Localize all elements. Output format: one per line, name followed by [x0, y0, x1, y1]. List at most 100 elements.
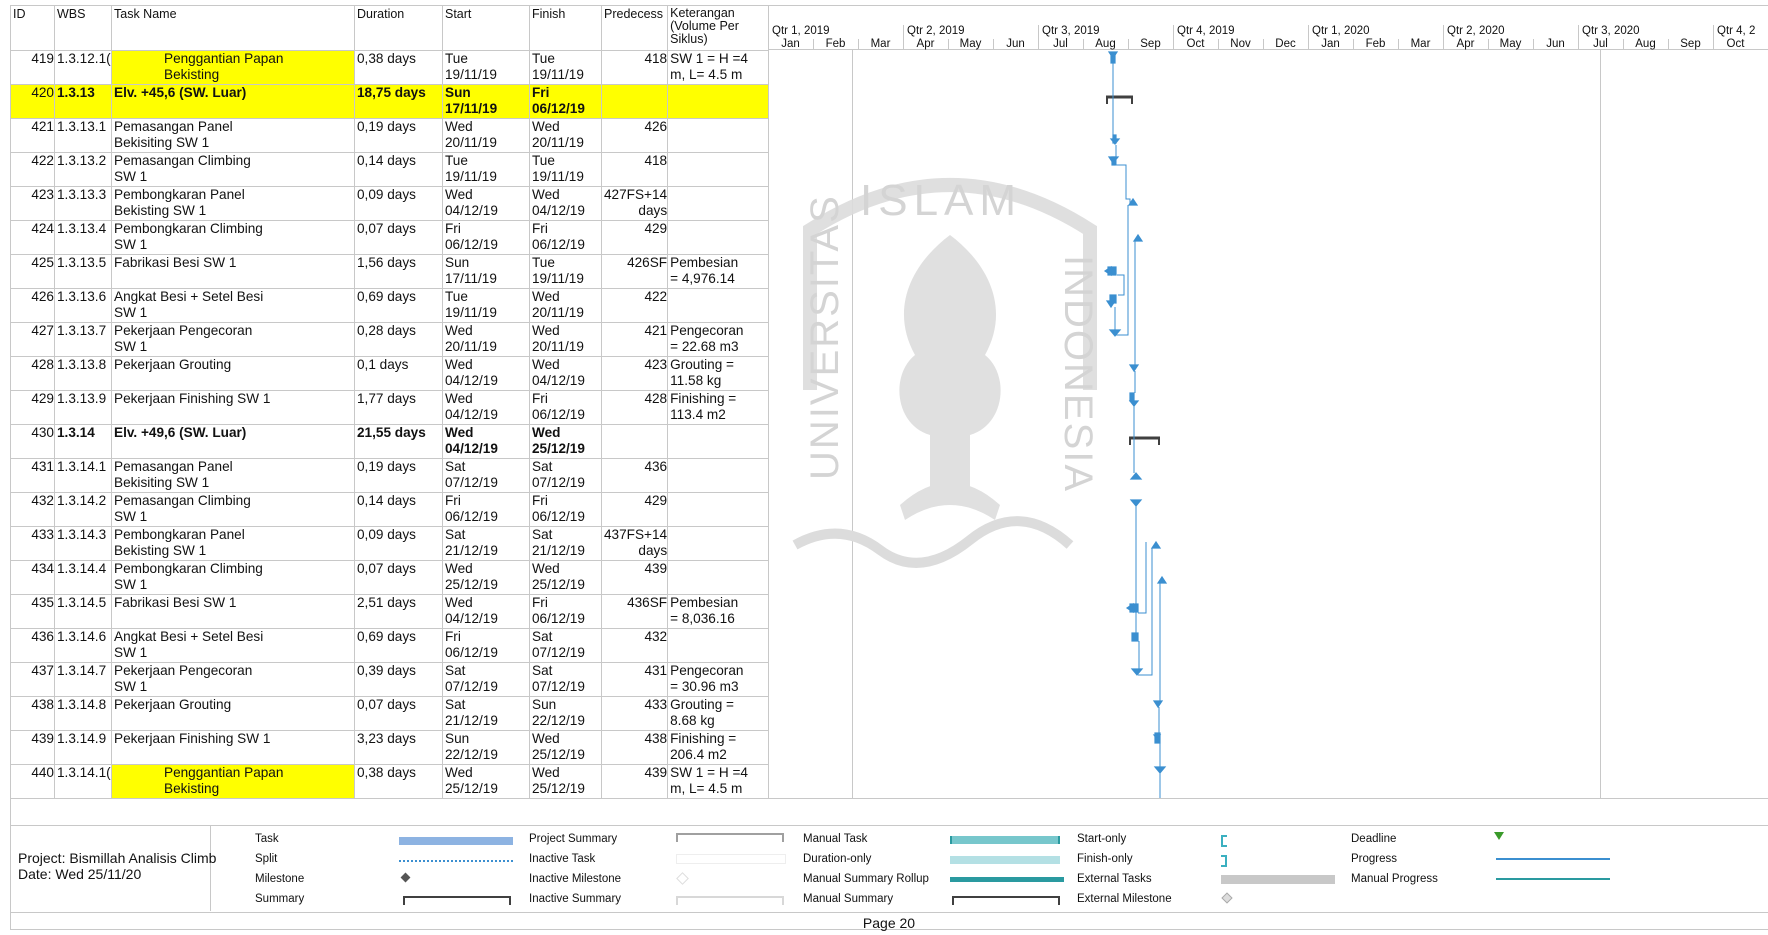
cell-task-name[interactable]: Penggantian Papan Bekisting — [111, 764, 355, 799]
cell-predecessors[interactable] — [600, 424, 669, 459]
cell-start[interactable]: Sun 17/11/19 — [442, 254, 530, 289]
cell-duration[interactable]: 0,19 days — [354, 458, 443, 493]
cell-keterangan[interactable] — [667, 560, 770, 595]
table-row[interactable]: 421 1.3.13.1 Pemasangan Panel Bekisiting SW… — [10, 118, 770, 153]
cell-start[interactable]: Sat 07/12/19 — [442, 458, 530, 493]
cell-start[interactable]: Wed 04/12/19 — [442, 424, 530, 459]
cell-id[interactable]: 430 — [10, 424, 55, 459]
cell-keterangan[interactable] — [667, 628, 770, 663]
cell-finish[interactable]: Tue 19/11/19 — [529, 152, 602, 187]
cell-finish[interactable]: Tue 19/11/19 — [529, 254, 602, 289]
cell-wbs[interactable]: 1.3.14.7 — [54, 662, 112, 697]
cell-keterangan[interactable]: Finishing = 206.4 m2 — [667, 730, 770, 765]
cell-id[interactable]: 437 — [10, 662, 55, 697]
cell-task-name[interactable]: Pembongkaran Climbing SW 1 — [111, 560, 355, 595]
task-bar-426[interactable] — [1105, 294, 1117, 309]
cell-start[interactable]: Sat 21/12/19 — [442, 696, 530, 731]
cell-duration[interactable]: 21,55 days — [354, 424, 443, 459]
cell-finish[interactable]: Sat 07/12/19 — [529, 458, 602, 493]
col-header-finish[interactable]: Finish — [529, 5, 602, 51]
cell-task-name[interactable]: Penggantian Papan Bekisting — [111, 50, 355, 85]
cell-id[interactable]: 421 — [10, 118, 55, 153]
cell-wbs[interactable]: 1.3.14.6 — [54, 628, 112, 663]
col-header-duration[interactable]: Duration — [354, 5, 443, 51]
cell-duration[interactable]: 0,38 days — [354, 764, 443, 799]
task-bar-425[interactable] — [1103, 265, 1117, 277]
task-bar-422[interactable] — [1107, 156, 1120, 166]
table-row[interactable]: 432 1.3.14.2 Pemasangan Climbing SW 1 0,14 d… — [10, 492, 770, 527]
cell-wbs[interactable]: 1.3.12.1( — [54, 50, 112, 85]
table-row[interactable]: 423 1.3.13.3 Pembongkaran Panel Bekisting S… — [10, 186, 770, 221]
cell-keterangan[interactable] — [667, 152, 770, 187]
cell-task-name[interactable]: Fabrikasi Besi SW 1 — [111, 594, 355, 629]
cell-predecessors[interactable]: 436 — [600, 458, 669, 493]
cell-wbs[interactable]: 1.3.13.3 — [54, 186, 112, 221]
col-header-id[interactable]: ID — [10, 5, 55, 51]
cell-duration[interactable]: 0,39 days — [354, 662, 443, 697]
cell-keterangan[interactable] — [667, 84, 770, 119]
cell-predecessors[interactable]: 423 — [600, 356, 669, 391]
cell-duration[interactable]: 0,1 days — [354, 356, 443, 391]
cell-start[interactable]: Fri 06/12/19 — [442, 220, 530, 255]
task-bar-421[interactable] — [1109, 134, 1121, 145]
table-row[interactable]: 440 1.3.14.1(Penggantian Papan Bekisting 0,… — [10, 764, 770, 799]
cell-finish[interactable]: Wed 25/12/19 — [529, 730, 602, 765]
cell-finish[interactable]: Wed 04/12/19 — [529, 186, 602, 221]
cell-predecessors[interactable]: 422 — [600, 288, 669, 323]
cell-start[interactable]: Sun 22/12/19 — [442, 730, 530, 765]
cell-wbs[interactable]: 1.3.14.1( — [54, 764, 112, 799]
cell-id[interactable]: 420 — [10, 84, 55, 119]
cell-task-name[interactable]: Fabrikasi Besi SW 1 — [111, 254, 355, 289]
cell-id[interactable]: 422 — [10, 152, 55, 187]
table-row[interactable]: 433 1.3.14.3 Pembongkaran Panel Bekisting S… — [10, 526, 770, 561]
cell-start[interactable]: Tue 19/11/19 — [442, 50, 530, 85]
cell-task-name[interactable]: Pemasangan Panel Bekisiting SW 1 — [111, 118, 355, 153]
cell-task-name[interactable]: Pembongkaran Panel Bekisting SW 1 — [111, 526, 355, 561]
cell-task-name[interactable]: Pekerjaan Grouting — [111, 696, 355, 731]
cell-finish[interactable]: Sat 07/12/19 — [529, 662, 602, 697]
cell-finish[interactable]: Wed 20/11/19 — [529, 118, 602, 153]
cell-start[interactable]: Sat 21/12/19 — [442, 526, 530, 561]
cell-wbs[interactable]: 1.3.14.4 — [54, 560, 112, 595]
cell-predecessors[interactable]: 418 — [600, 50, 669, 85]
cell-id[interactable]: 435 — [10, 594, 55, 629]
cell-duration[interactable]: 0,09 days — [354, 186, 443, 221]
cell-task-name[interactable]: Pekerjaan Pengecoran SW 1 — [111, 662, 355, 697]
cell-wbs[interactable]: 1.3.14.1 — [54, 458, 112, 493]
cell-finish[interactable]: Wed 20/11/19 — [529, 288, 602, 323]
cell-predecessors[interactable]: 439 — [600, 764, 669, 799]
cell-finish[interactable]: Fri 06/12/19 — [529, 390, 602, 425]
cell-wbs[interactable]: 1.3.14.8 — [54, 696, 112, 731]
cell-id[interactable]: 428 — [10, 356, 55, 391]
cell-finish[interactable]: Wed 25/12/19 — [529, 424, 602, 459]
cell-predecessors[interactable]: 427FS+14 days — [600, 186, 669, 221]
cell-wbs[interactable]: 1.3.13.6 — [54, 288, 112, 323]
cell-wbs[interactable]: 1.3.13 — [54, 84, 112, 119]
table-row[interactable]: 429 1.3.13.9 Pekerjaan Finishing SW 1 1,77 … — [10, 390, 770, 425]
cell-keterangan[interactable]: Pembesian = 8,036.16 — [667, 594, 770, 629]
task-bar-419[interactable] — [1107, 51, 1119, 64]
task-bar-433[interactable] — [1150, 540, 1162, 549]
cell-predecessors[interactable]: 426SF — [600, 254, 669, 289]
cell-wbs[interactable]: 1.3.13.1 — [54, 118, 112, 153]
cell-id[interactable]: 432 — [10, 492, 55, 527]
summary-bar-420[interactable] — [1106, 95, 1133, 104]
cell-wbs[interactable]: 1.3.13.9 — [54, 390, 112, 425]
cell-start[interactable]: Sat 07/12/19 — [442, 662, 530, 697]
cell-start[interactable]: Wed 25/12/19 — [442, 560, 530, 595]
cell-keterangan[interactable] — [667, 424, 770, 459]
cell-wbs[interactable]: 1.3.13.4 — [54, 220, 112, 255]
task-bar-436[interactable] — [1131, 632, 1139, 642]
cell-duration[interactable]: 0,69 days — [354, 288, 443, 323]
cell-duration[interactable]: 0,07 days — [354, 696, 443, 731]
table-row[interactable]: 431 1.3.14.1 Pemasangan Panel Bekisiting SW… — [10, 458, 770, 493]
col-header-wbs[interactable]: WBS — [54, 5, 112, 51]
cell-predecessors[interactable]: 433 — [600, 696, 669, 731]
cell-finish[interactable]: Sun 22/12/19 — [529, 696, 602, 731]
cell-duration[interactable]: 0,38 days — [354, 50, 443, 85]
cell-finish[interactable]: Fri 06/12/19 — [529, 220, 602, 255]
col-header-keterangan[interactable]: Keterangan (Volume Per Siklus) — [667, 5, 770, 51]
table-row[interactable]: 427 1.3.13.7 Pekerjaan Pengecoran SW 1 0,28 … — [10, 322, 770, 357]
cell-id[interactable]: 431 — [10, 458, 55, 493]
task-bar-437[interactable] — [1130, 668, 1144, 676]
